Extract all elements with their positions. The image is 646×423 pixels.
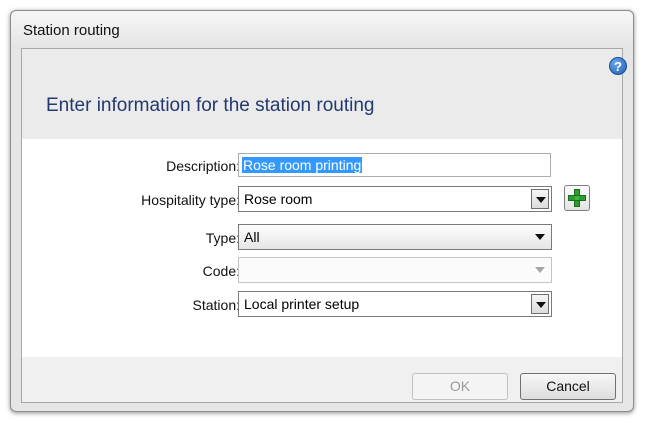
description-value: Rose room printing (242, 157, 363, 173)
chevron-down-icon (531, 260, 549, 280)
description-label: Description: (166, 158, 240, 174)
station-value: Local printer setup (244, 296, 360, 312)
ok-button[interactable]: OK (412, 373, 508, 400)
chevron-down-icon[interactable] (531, 189, 549, 209)
hospitality-type-value: Rose room (244, 191, 313, 207)
form-panel: Description: Rose room printing Hospital… (22, 139, 622, 357)
hospitality-type-select[interactable]: Rose room (238, 186, 552, 212)
code-select (238, 257, 552, 283)
page-title: Enter information for the station routin… (46, 95, 375, 116)
dialog-content: ? Enter information for the station rout… (21, 48, 627, 403)
dialog-footer: OK Cancel (22, 357, 622, 402)
description-input[interactable]: Rose room printing (238, 153, 551, 177)
type-select[interactable]: All (238, 224, 552, 250)
add-hospitality-type-button[interactable] (564, 185, 590, 211)
station-label: Station: (192, 297, 240, 313)
dialog-window: Station routing ? Enter information for … (10, 10, 634, 412)
station-select[interactable]: Local printer setup (238, 291, 552, 317)
type-value: All (244, 229, 260, 245)
chevron-down-icon[interactable] (531, 294, 549, 314)
cancel-button[interactable]: Cancel (520, 373, 616, 400)
help-icon[interactable]: ? (609, 57, 627, 75)
type-label: Type: (205, 230, 240, 246)
code-label: Code: (202, 263, 240, 279)
dialog-header: ? Enter information for the station rout… (22, 49, 627, 139)
chevron-down-icon[interactable] (531, 227, 549, 247)
title-bar[interactable]: Station routing (11, 11, 633, 49)
hospitality-type-label: Hospitality type: (141, 192, 240, 208)
window-title: Station routing (23, 22, 120, 39)
